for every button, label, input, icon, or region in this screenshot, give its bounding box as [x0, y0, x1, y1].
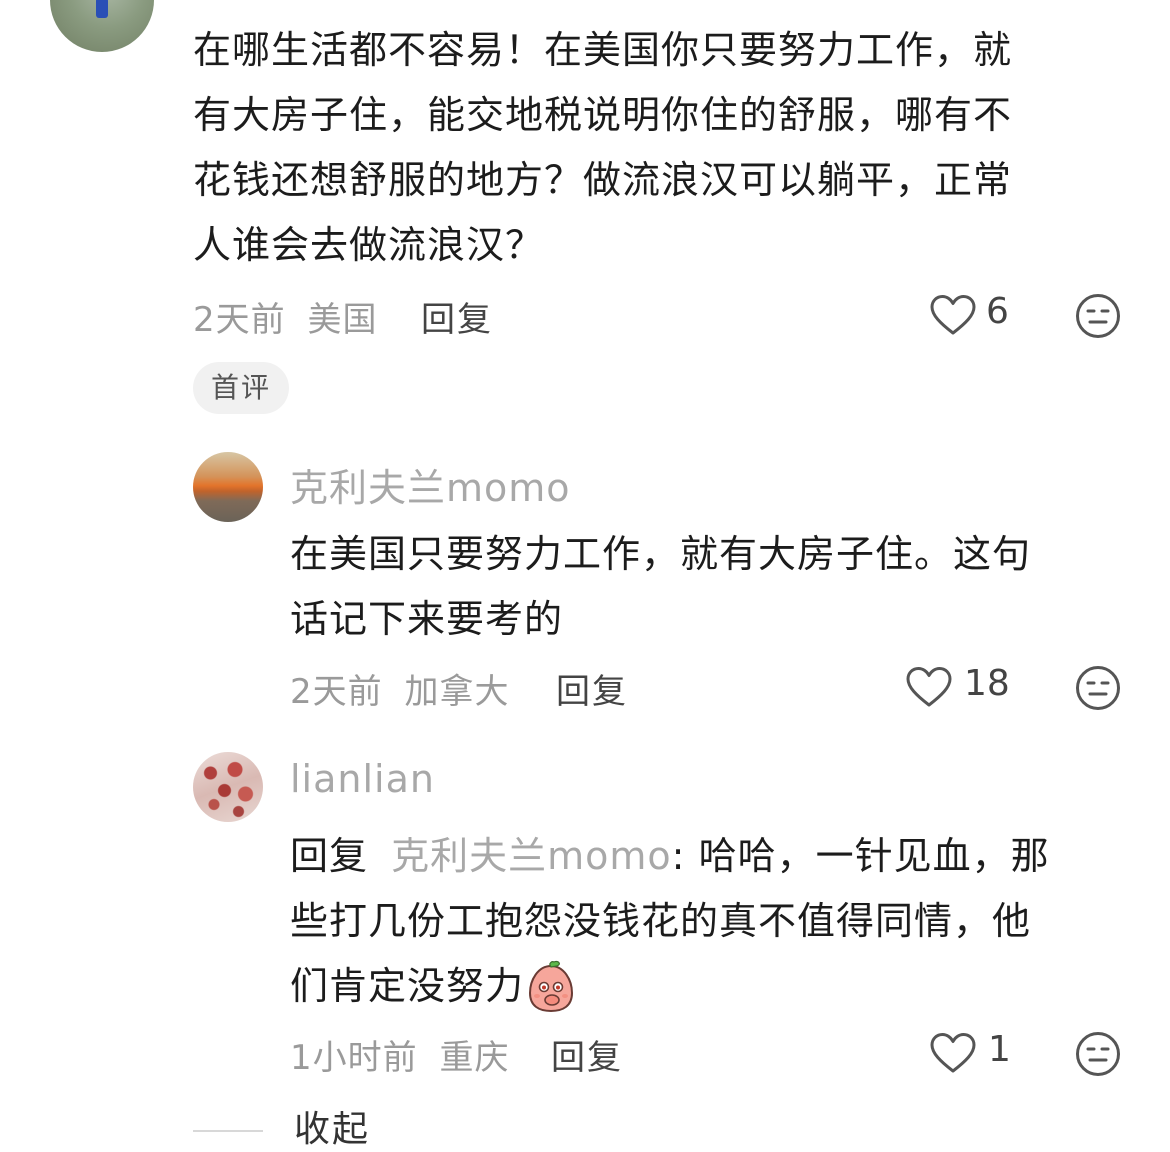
reply-avatar[interactable]: [193, 452, 263, 522]
reply-text: 在美国只要努力工作，就有大房子住。这句 话记下来要考的: [290, 522, 1120, 652]
dislike-button[interactable]: [1075, 1031, 1121, 1077]
heart-outline-icon: [906, 667, 952, 707]
reply-button[interactable]: 回复: [556, 664, 628, 713]
comment-time: 2天前: [290, 672, 383, 712]
comment-time: 2天前: [193, 300, 286, 340]
reply-meta: 2天前 加拿大: [290, 664, 509, 713]
reply-meta: 1小时前 重庆: [290, 1030, 509, 1079]
like-count: 18: [964, 663, 1010, 704]
avatar-figure: [96, 0, 108, 18]
collapse-replies-button[interactable]: 收起: [294, 1100, 370, 1152]
text-segment: 们肯定没努力: [290, 964, 525, 1008]
like-count: 6: [986, 291, 1009, 332]
reply-prefix: 回复: [290, 834, 369, 878]
meh-face-icon: [1076, 666, 1120, 710]
reply-text: 回复 克利夫兰momo: 哈哈，一针见血，那 些打几份工抱怨没钱花的真不值得同情…: [290, 824, 1120, 1019]
like-button[interactable]: [906, 666, 952, 708]
reply-username[interactable]: lianlian: [290, 757, 435, 801]
text-line: 回复 克利夫兰momo: 哈哈，一针见血，那: [290, 824, 1120, 889]
like-count: 1: [988, 1029, 1011, 1070]
reply-button[interactable]: 回复: [421, 292, 493, 341]
dislike-button[interactable]: [1075, 293, 1121, 339]
text-line: 有大房子住，能交地税说明你住的舒服，哪有不: [193, 93, 1013, 137]
comment-location: 加拿大: [404, 672, 510, 712]
text-line: 在美国只要努力工作，就有大房子住。这句: [290, 532, 1032, 576]
text-line: 在哪生活都不容易！在美国你只要努力工作，就: [193, 28, 1013, 72]
collapse-divider: [193, 1130, 263, 1132]
reply-avatar[interactable]: [193, 752, 263, 822]
like-button[interactable]: [930, 294, 976, 336]
reply-username[interactable]: 克利夫兰momo: [290, 457, 571, 512]
reply-button[interactable]: 回复: [551, 1030, 623, 1079]
meh-face-icon: [1076, 1032, 1120, 1076]
comment-time: 1小时前: [290, 1038, 418, 1078]
reply-target-username[interactable]: 克利夫兰momo: [391, 834, 672, 878]
meh-face-icon: [1076, 294, 1120, 338]
comment-location: 重庆: [439, 1038, 510, 1078]
top-comment-text: 在哪生活都不容易！在美国你只要努力工作，就 有大房子住，能交地税说明你住的舒服，…: [193, 18, 1133, 278]
first-comment-badge: 首评: [193, 362, 289, 414]
text-line: 花钱还想舒服的地方？做流浪汉可以躺平，正常: [193, 158, 1013, 202]
top-comment-avatar[interactable]: [50, 0, 154, 52]
top-comment-meta: 2天前 美国: [193, 292, 377, 341]
text-line: 些打几份工抱怨没钱花的真不值得同情，他: [290, 899, 1032, 943]
text-segment: 哈哈，一针见血，那: [698, 834, 1050, 878]
dislike-button[interactable]: [1075, 665, 1121, 711]
like-button[interactable]: [930, 1032, 976, 1074]
heart-outline-icon: [930, 1033, 976, 1073]
text-line: 人谁会去做流浪汉？: [193, 223, 545, 267]
covering-mouth-emoji: [529, 960, 574, 1012]
comment-location: 美国: [307, 300, 378, 340]
reply-colon: :: [671, 834, 686, 878]
text-line: 们肯定没努力: [290, 954, 1120, 1019]
text-line: 话记下来要考的: [290, 597, 564, 641]
heart-outline-icon: [930, 295, 976, 335]
